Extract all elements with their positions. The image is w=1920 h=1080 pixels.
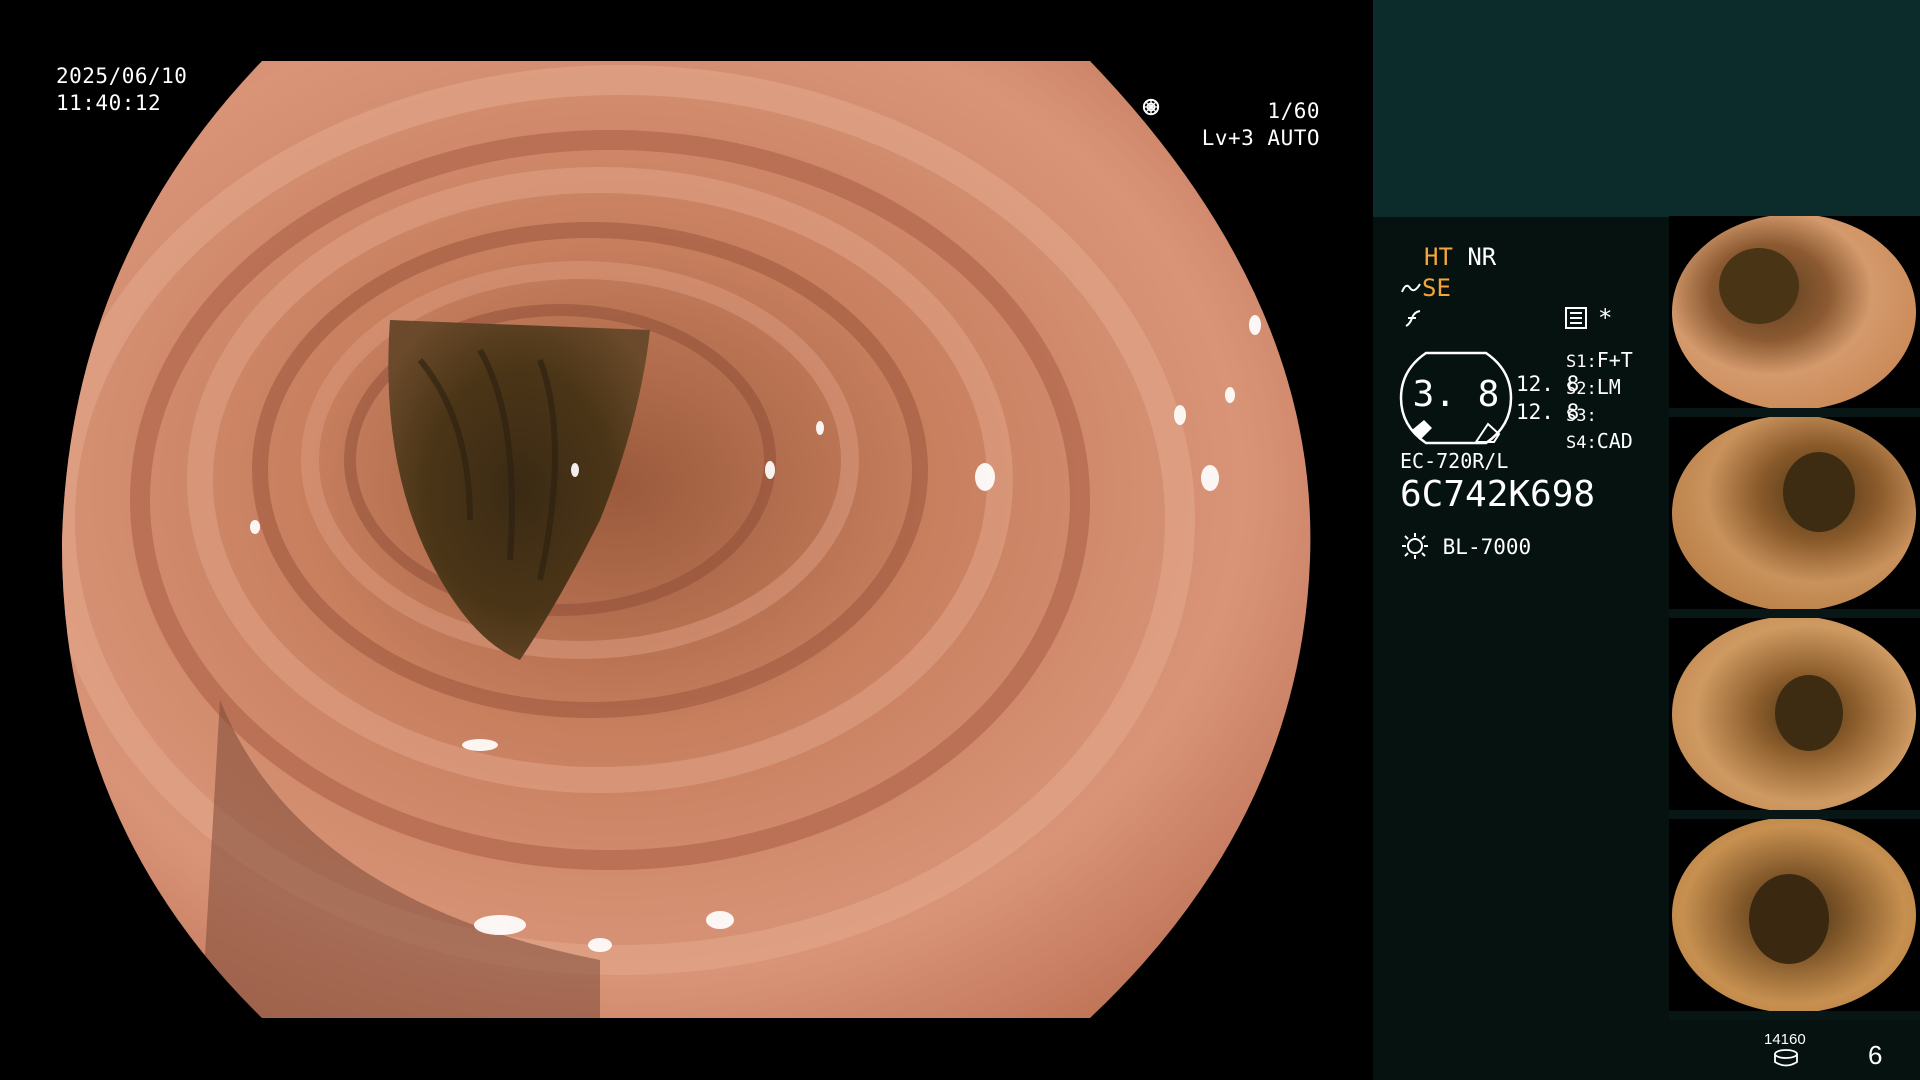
disk-icon [1774, 1049, 1798, 1067]
switch-row-4: S4:CAD [1566, 429, 1633, 453]
image-counter: 14160 [1764, 1031, 1806, 1048]
exposure-info: 1/60 Lv+3 AUTO [1140, 98, 1320, 152]
thumbnail-separator [1669, 1011, 1920, 1020]
light-source-text: BL-7000 [1442, 535, 1532, 559]
se-label: SE [1422, 274, 1451, 302]
light-source-row: BL-7000 [1400, 531, 1531, 561]
thumbnail-image [1672, 819, 1916, 1011]
time-text: 11:40:12 [56, 91, 162, 115]
zoom-value: 3. 8 [1412, 374, 1500, 415]
thumbnail-separator [1669, 408, 1920, 417]
colon-lumen-image [61, 61, 1311, 1018]
thumbnail-4[interactable] [1669, 819, 1920, 1011]
page-number: 6 [1868, 1040, 1883, 1070]
mode-text: AUTO [1267, 126, 1320, 150]
zoom-gauge: 3. 8 [1398, 350, 1514, 446]
switch-assignments: S1:F+T S2:LM S3: S4:CAD [1566, 348, 1633, 456]
asterisk-mark: * [1598, 304, 1613, 332]
thumbnail-image [1672, 417, 1916, 609]
iris-icon [1142, 98, 1160, 116]
enhance-icon [1401, 283, 1421, 293]
thumbnail-image [1672, 216, 1916, 408]
thumbnail-2[interactable] [1669, 417, 1920, 609]
settings-indicator [1565, 307, 1587, 333]
thumbnail-image [1672, 618, 1916, 810]
processing-status: HT NR [1424, 243, 1496, 271]
switch-row-1: S1:F+T [1566, 348, 1633, 372]
level-text: Lv+3 [1201, 126, 1255, 150]
storage-indicator [1773, 1049, 1799, 1071]
panel-header-area [1373, 0, 1920, 217]
counter-value: 14160 [1764, 1031, 1806, 1048]
settings-list-icon [1565, 307, 1587, 329]
thumbnail-3[interactable] [1669, 618, 1920, 810]
switch-row-3: S3: [1566, 406, 1597, 426]
timestamp: 2025/06/10 11:40:12 [56, 63, 187, 117]
contrast-indicator [1402, 308, 1424, 334]
endoscope-view: 2025/06/10 11:40:12 1/60 Lv+3 AUTO [0, 0, 1373, 1080]
switch-row-2: S2:LM [1566, 375, 1621, 399]
ht-label: HT [1424, 243, 1453, 271]
contrast-icon [1405, 310, 1421, 327]
shutter-row: 1/60 [1140, 98, 1320, 125]
scope-serial: 6C742K698 [1400, 474, 1596, 515]
structure-enhance: SE [1400, 274, 1451, 302]
scope-model: EC-720R/L [1400, 449, 1509, 473]
light-source-icon [1402, 533, 1428, 559]
thumbnail-1[interactable] [1669, 216, 1920, 408]
nr-label: NR [1467, 243, 1497, 271]
thumbnail-separator [1669, 609, 1920, 618]
shutter-text: 1/60 [1267, 99, 1320, 123]
mode-row: Lv+3 AUTO [1140, 98, 1320, 152]
thumbnail-separator [1669, 810, 1920, 819]
date-text: 2025/06/10 [56, 64, 188, 88]
